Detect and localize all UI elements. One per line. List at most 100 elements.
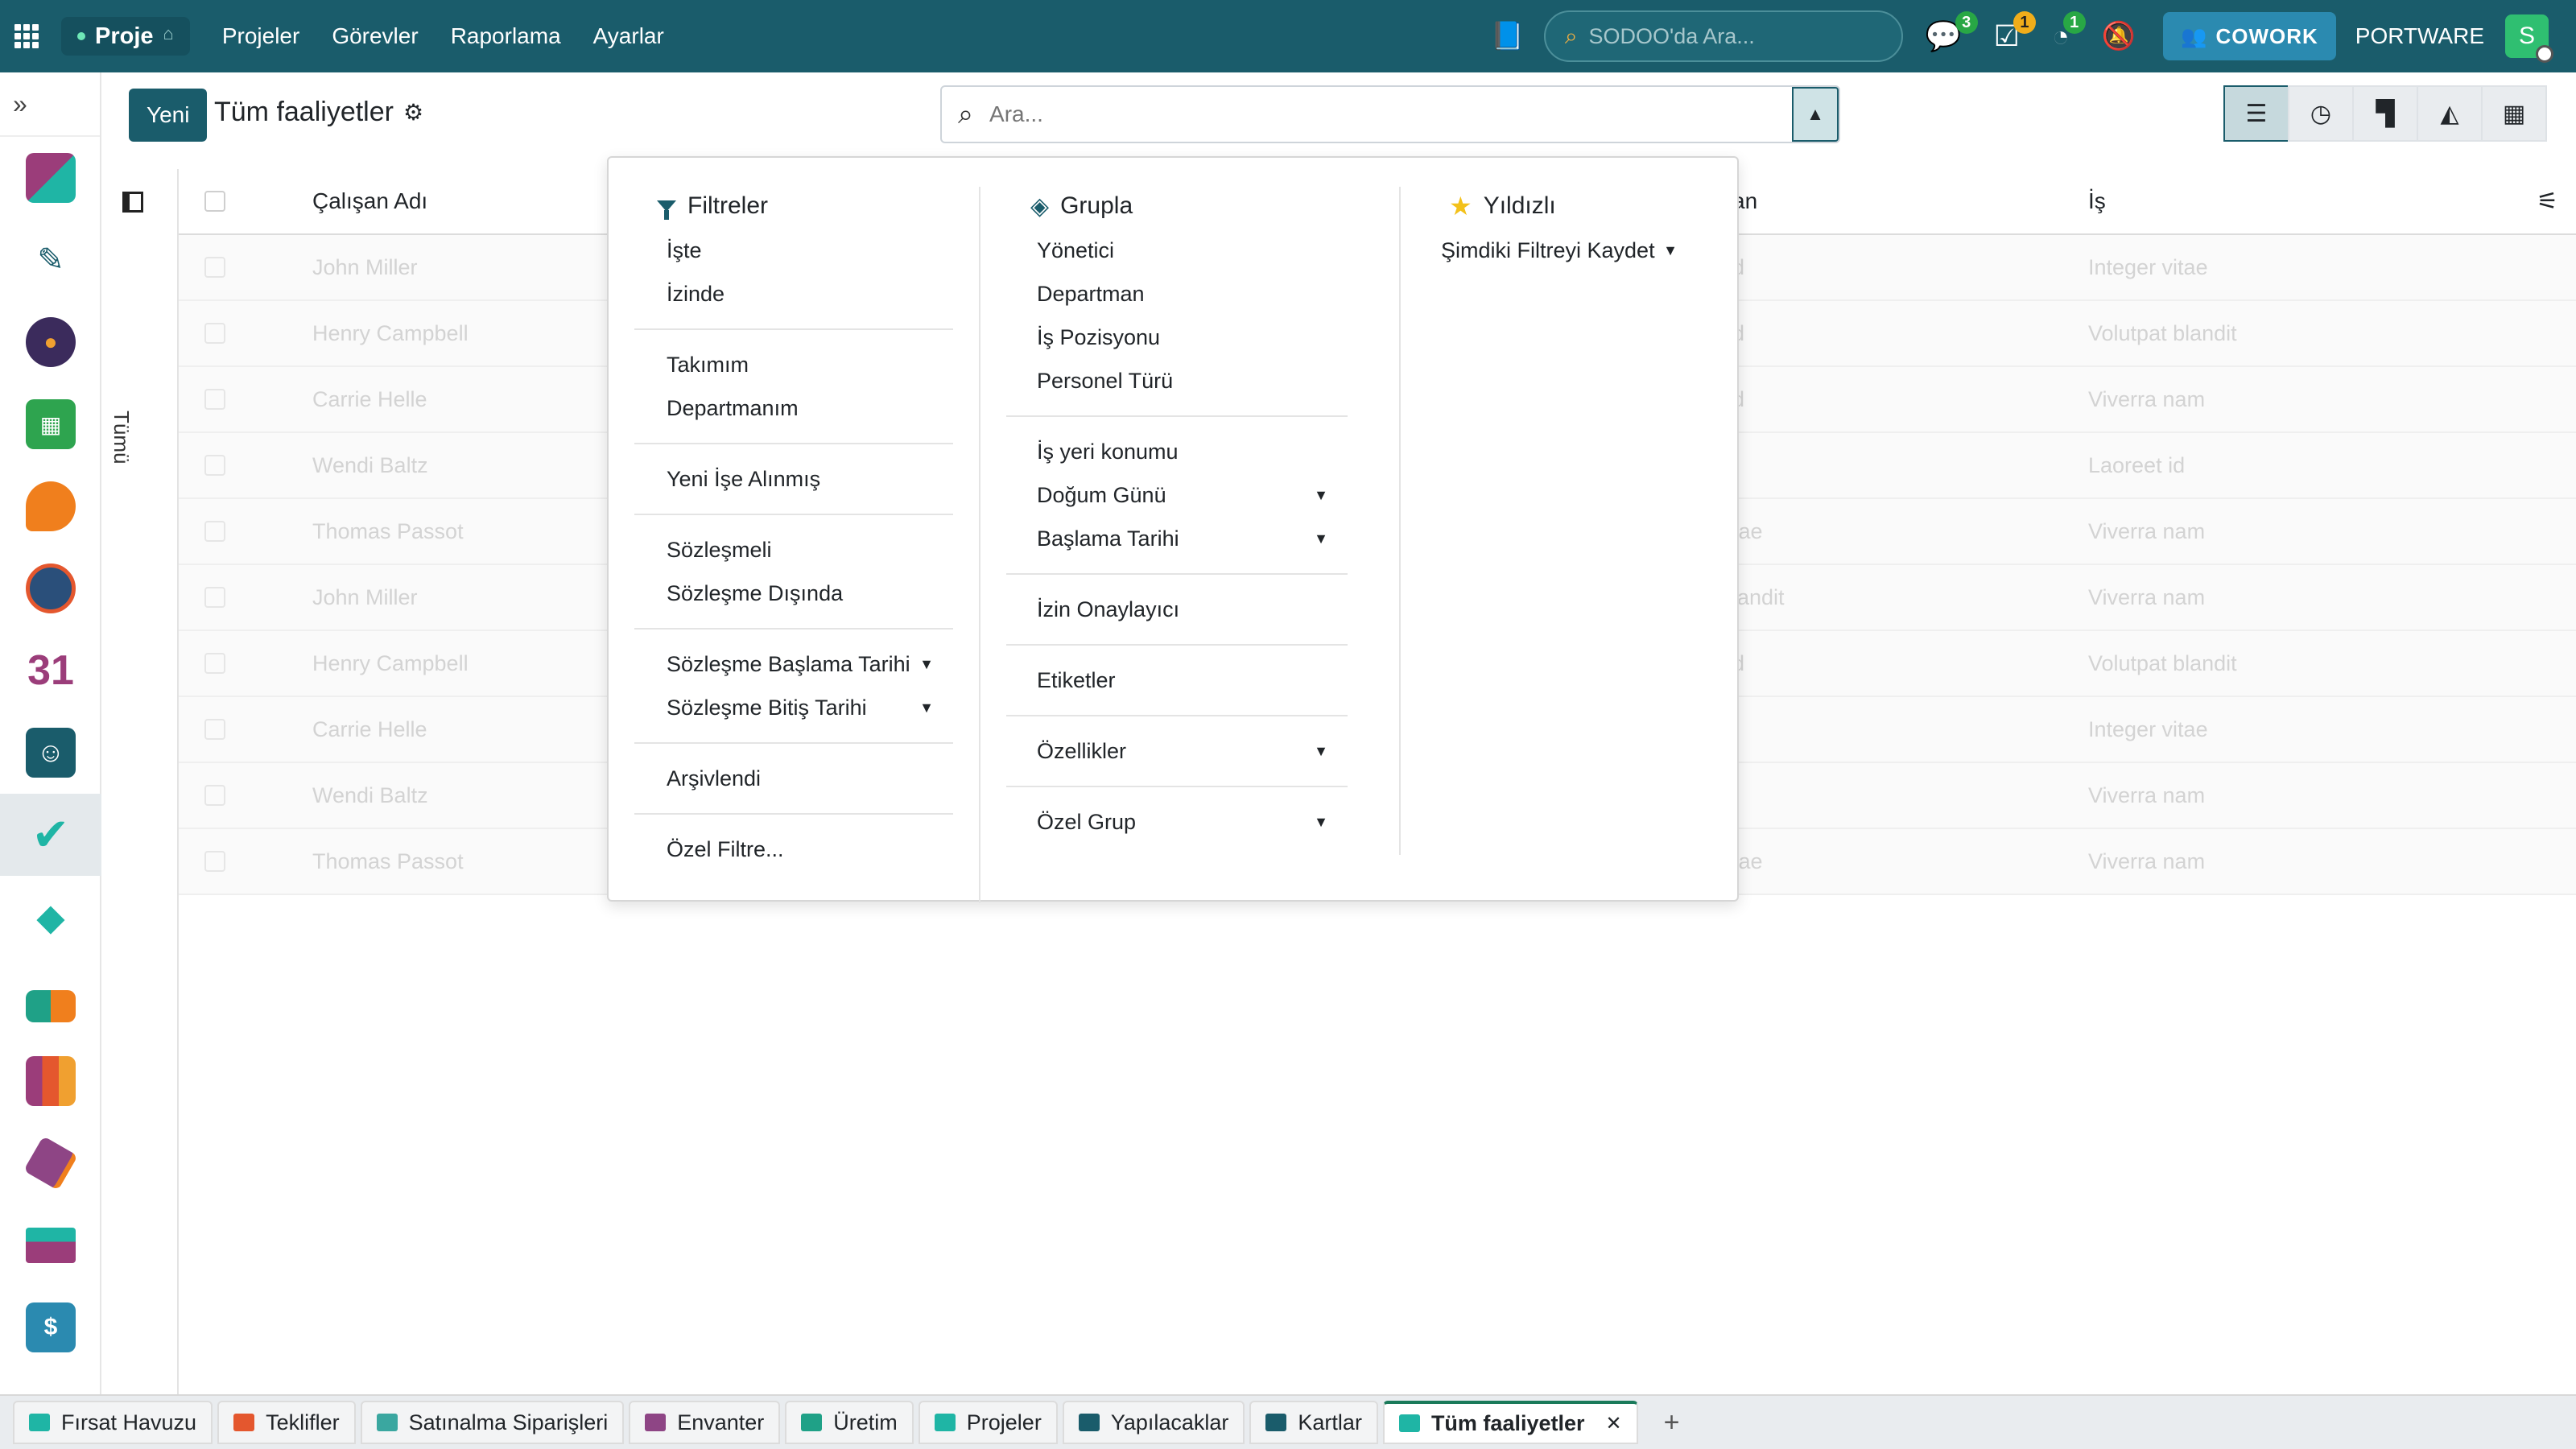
save-current-filter[interactable]: Şimdiki Filtreyi Kaydet ▼ <box>1401 229 1705 272</box>
groupby-item[interactable]: Etiketler <box>980 658 1348 702</box>
graph-view-button[interactable]: ◭ <box>2417 85 2483 142</box>
rail-app-calendar[interactable]: 31 <box>0 630 101 712</box>
optional-columns-icon[interactable]: ⚟ <box>2537 188 2558 216</box>
row-checkbox[interactable] <box>204 455 225 476</box>
rail-app-crm[interactable]: ◆ <box>0 876 101 958</box>
groupby-item[interactable]: Departman <box>980 272 1348 316</box>
groupby-item[interactable]: Personel Türü <box>980 359 1348 402</box>
rail-app-timer[interactable] <box>0 547 101 630</box>
separator <box>1006 644 1348 646</box>
kanban-view-button[interactable]: ▜ <box>2352 85 2418 142</box>
groupby-item[interactable]: İş Pozisyonu <box>980 316 1348 359</box>
global-search-input[interactable]: ⌕ SODOO'da Ara... <box>1543 10 1903 62</box>
row-checkbox[interactable] <box>204 587 225 608</box>
close-icon[interactable]: ✕ <box>1606 1412 1622 1435</box>
notification-muted-icon[interactable]: 🔕 <box>2102 20 2136 52</box>
filter-item[interactable]: Arşivlendi <box>634 757 953 800</box>
company-switcher[interactable]: PORTWARE <box>2355 23 2484 49</box>
row-checkbox[interactable] <box>204 521 225 542</box>
chat-icon[interactable]: 💬 3 <box>1926 11 1978 53</box>
activity-icon[interactable]: ☑ 1 <box>1994 11 2036 53</box>
bottom-tab[interactable]: Satınalma Siparişleri <box>360 1401 625 1444</box>
rail-app-notes[interactable]: ✎ <box>0 219 101 301</box>
menu-projects[interactable]: Projeler <box>222 23 299 49</box>
groupby-header: ◈ Grupla <box>980 184 1348 229</box>
cowork-button[interactable]: 👥 COWORK <box>2163 12 2336 60</box>
bottom-tab[interactable]: Yapılacaklar <box>1062 1401 1245 1444</box>
row-checkbox[interactable] <box>204 257 225 278</box>
groupby-item[interactable]: İzin Onaylayıcı <box>980 588 1348 631</box>
rail-app-contacts[interactable]: ☺ <box>0 712 101 794</box>
groupby-item[interactable]: İş yeri konumu <box>980 430 1348 473</box>
user-avatar[interactable]: S <box>2505 14 2553 63</box>
rail-app-team[interactable]: ● <box>0 301 101 383</box>
timer-icon[interactable]: ◔ 1 <box>2052 11 2086 53</box>
filter-item[interactable]: Özel Filtre... <box>634 828 953 871</box>
panel-toggle-icon[interactable] <box>122 192 143 213</box>
filter-item[interactable]: Sözleşme Başlama Tarihi ▼ <box>634 642 953 686</box>
menu-settings[interactable]: Ayarlar <box>593 23 664 49</box>
search-options-toggle[interactable]: ▲ <box>1792 87 1839 142</box>
rail-app-manufacturing[interactable] <box>0 958 101 1040</box>
documentation-book-icon[interactable]: 📘 <box>1491 20 1525 52</box>
bottom-tab[interactable]: Üretim <box>785 1401 914 1444</box>
current-app-button[interactable]: Proje ⌂ <box>61 17 190 56</box>
rail-app-chat[interactable] <box>0 465 101 547</box>
groupby-item[interactable]: Özellikler ▼ <box>980 729 1348 773</box>
filter-item[interactable]: Yeni İşe Alınmış <box>634 457 953 501</box>
bottom-tab[interactable]: Envanter <box>629 1401 781 1444</box>
groupby-item[interactable]: Özel Grup ▼ <box>980 800 1348 844</box>
row-checkbox[interactable] <box>204 785 225 806</box>
tab-label: Envanter <box>677 1410 765 1435</box>
row-checkbox[interactable] <box>204 323 225 344</box>
row-checkbox[interactable] <box>204 653 225 674</box>
top-navbar: Proje ⌂ Projeler Görevler Raporlama Ayar… <box>0 0 2576 72</box>
cell-job: Laoreet id <box>2088 452 2186 477</box>
add-tab-icon[interactable]: + <box>1664 1407 1680 1439</box>
filter-item[interactable]: İşte <box>634 229 953 272</box>
select-all-checkbox[interactable] <box>204 191 225 212</box>
rail-app-purchase[interactable] <box>0 1204 101 1286</box>
column-job[interactable]: İş <box>2088 188 2106 214</box>
gear-icon[interactable]: ⚙ <box>403 99 423 126</box>
bottom-tab[interactable]: Fırsat Havuzu <box>13 1401 213 1444</box>
groupby-item[interactable]: Yönetici <box>980 229 1348 272</box>
list-view-button[interactable]: ☰ <box>2223 85 2289 142</box>
search-panel-all[interactable]: Tümü <box>109 411 134 464</box>
pivot-view-button[interactable]: ▦ <box>2481 85 2547 142</box>
rail-app-invoicing[interactable]: $ <box>0 1286 101 1368</box>
menu-tasks[interactable]: Görevler <box>332 23 418 49</box>
search-input[interactable] <box>989 101 1634 127</box>
search-icon: ⌕ <box>1564 23 1578 48</box>
row-checkbox[interactable] <box>204 719 225 740</box>
rail-app-inventory[interactable] <box>0 1122 101 1204</box>
rail-app-calendar-plan[interactable]: ▦ <box>0 383 101 465</box>
rail-app-sales[interactable] <box>0 1040 101 1122</box>
new-button[interactable]: Yeni <box>129 89 208 142</box>
bottom-tab[interactable]: Projeler <box>918 1401 1058 1444</box>
rail-app-dashboard[interactable] <box>0 137 101 219</box>
bottom-tab[interactable]: Teklifler <box>217 1401 356 1444</box>
menu-reporting[interactable]: Raporlama <box>451 23 561 49</box>
bottom-tab[interactable]: Kartlar <box>1249 1401 1378 1444</box>
filter-item[interactable]: Departmanım <box>634 386 953 430</box>
filter-item[interactable]: Sözleşme Dışında <box>634 572 953 615</box>
groupby-item[interactable]: Doğum Günü ▼ <box>980 473 1348 517</box>
filter-item[interactable]: İzinde <box>634 272 953 316</box>
bottom-tab[interactable]: Tüm faaliyetler ✕ <box>1382 1401 1638 1444</box>
handshake-icon: ◆ <box>36 896 65 938</box>
filter-item[interactable]: Sözleşme Bitiş Tarihi ▼ <box>634 686 953 729</box>
row-checkbox[interactable] <box>204 851 225 872</box>
apps-grid-icon[interactable] <box>14 24 39 48</box>
groupby-item[interactable]: Başlama Tarihi ▼ <box>980 517 1348 560</box>
row-checkbox[interactable] <box>204 389 225 410</box>
filter-item[interactable]: Sözleşmeli <box>634 528 953 572</box>
filter-item[interactable]: Takımım <box>634 343 953 386</box>
home-icon: ⌂ <box>163 23 174 43</box>
activity-view-button[interactable]: ◷ <box>2288 85 2354 142</box>
column-employee-name[interactable]: Çalışan Adı <box>312 188 427 214</box>
rail-app-activities[interactable]: ✔ <box>0 794 101 876</box>
sidebar-expand-icon[interactable]: » <box>0 72 100 137</box>
groupby-item-label: Personel Türü <box>1037 368 1174 393</box>
cube-icon <box>23 1136 78 1191</box>
